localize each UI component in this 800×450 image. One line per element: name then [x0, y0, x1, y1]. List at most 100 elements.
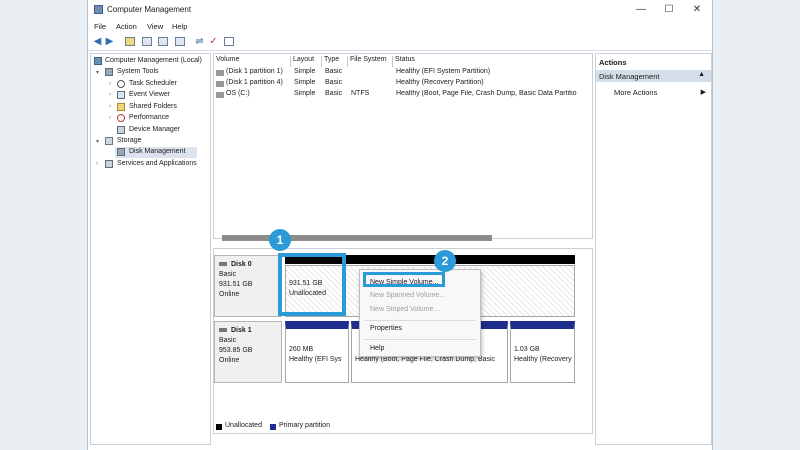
- cell-layout: Simple: [294, 68, 316, 75]
- disk0-name: Disk 0: [231, 261, 252, 268]
- actions-pane: Actions Disk Management ▲ More Actions ▶: [595, 53, 712, 445]
- forward-icon[interactable]: ▶: [104, 36, 115, 47]
- storage-icon: [105, 137, 113, 145]
- tree-shared-folders[interactable]: Shared Folders: [129, 103, 177, 110]
- title-bar: Computer Management — ☐ ✕: [88, 0, 712, 20]
- tree-task-scheduler[interactable]: Task Scheduler: [129, 80, 177, 87]
- disk1-name: Disk 1: [231, 327, 252, 334]
- menu-action[interactable]: Action: [116, 22, 137, 31]
- tree-system-tools[interactable]: System Tools: [117, 68, 159, 75]
- unallocated-highlight-box: [278, 253, 346, 316]
- view-icon[interactable]: [224, 37, 234, 46]
- device-manager-icon: [117, 126, 125, 134]
- cell-status: Healthy (Boot, Page File, Crash Dump, Ba…: [396, 90, 577, 97]
- minimize-button[interactable]: —: [628, 2, 654, 18]
- col-layout[interactable]: Layout: [291, 56, 322, 67]
- collapse-arrow-icon[interactable]: ›: [109, 115, 111, 121]
- volume-icon: [216, 81, 224, 87]
- actions-section-disk-management[interactable]: Disk Management ▲: [596, 70, 711, 82]
- tree-disk-management[interactable]: Disk Management: [129, 148, 185, 155]
- back-icon[interactable]: ◀: [92, 36, 103, 47]
- volume-icon: [216, 70, 224, 76]
- disk1-p3-size: 1.03 GB: [514, 346, 540, 353]
- tree-performance[interactable]: Performance: [129, 114, 169, 121]
- help-icon[interactable]: [175, 37, 185, 46]
- disk-icon: [219, 262, 227, 266]
- menu-view[interactable]: View: [147, 22, 163, 31]
- collapse-arrow-icon[interactable]: ›: [109, 92, 111, 98]
- performance-icon: [117, 114, 125, 122]
- expand-arrow-icon[interactable]: ▾: [96, 138, 99, 145]
- disk1-efi-partition[interactable]: 260 MB Healthy (EFI Sys: [285, 321, 349, 383]
- legend-unallocated: Unallocated: [225, 422, 262, 429]
- disk1-type: Basic: [219, 337, 237, 344]
- computer-management-window: Computer Management — ☐ ✕ File Action Vi…: [87, 0, 713, 450]
- submenu-arrow-icon: ▶: [700, 89, 706, 96]
- disk1-label[interactable]: Disk 1 Basic 953.85 GB Online: [214, 321, 282, 383]
- cell-volume: (Disk 1 partition 4): [226, 79, 283, 86]
- properties-icon[interactable]: [158, 37, 168, 46]
- tree-storage[interactable]: Storage: [117, 137, 142, 144]
- disk1-recovery-partition[interactable]: 1.03 GB Healthy (Recovery Pa: [510, 321, 575, 383]
- menu-help[interactable]: Help: [172, 22, 187, 31]
- col-volume[interactable]: Volume: [214, 56, 291, 67]
- disk0-label[interactable]: Disk 0 Basic 931.51 GB Online: [214, 255, 282, 317]
- cell-status: Healthy (Recovery Partition): [396, 79, 484, 86]
- more-actions-item[interactable]: More Actions ▶: [614, 88, 710, 98]
- computer-icon: [94, 57, 102, 65]
- col-status[interactable]: Status: [393, 56, 592, 67]
- menu-new-striped-volume[interactable]: New Striped Volume...: [370, 306, 439, 313]
- collapse-arrow-icon[interactable]: ›: [109, 81, 111, 87]
- tools-icon: [105, 68, 113, 76]
- cell-volume: (Disk 1 partition 1): [226, 68, 283, 75]
- collapse-arrow-icon[interactable]: ›: [109, 104, 111, 110]
- disk0-state: Online: [219, 291, 240, 298]
- check-icon[interactable]: ✓: [208, 36, 219, 47]
- volume-icon: [216, 92, 224, 98]
- maximize-button[interactable]: ☐: [656, 2, 682, 18]
- cell-status: Healthy (EFI System Partition): [396, 68, 491, 75]
- expand-arrow-icon[interactable]: ▾: [96, 69, 99, 76]
- disk1-state: Online: [219, 357, 240, 364]
- close-button[interactable]: ✕: [684, 2, 710, 18]
- volume-list: Volume Layout Type File System Status (D…: [213, 53, 593, 241]
- up-folder-icon[interactable]: [125, 37, 135, 46]
- more-actions-label: More Actions: [614, 88, 658, 97]
- primary-swatch: [270, 424, 276, 430]
- tree-services-and-applications[interactable]: Services and Applications: [117, 160, 197, 167]
- disk-management-icon: [117, 148, 125, 156]
- col-type[interactable]: Type: [322, 56, 348, 67]
- menu-help-item[interactable]: Help: [370, 345, 384, 352]
- collapse-up-icon[interactable]: ▲: [698, 71, 705, 78]
- tree-device-manager[interactable]: Device Manager: [129, 126, 180, 133]
- disk1-p1-status: Healthy (EFI Sys: [289, 356, 342, 363]
- window-title: Computer Management: [107, 5, 192, 14]
- table-row[interactable]: OS (C:) Simple Basic NTFS Healthy (Boot,…: [214, 90, 592, 100]
- cell-fs: NTFS: [351, 90, 370, 97]
- disk1-p1-size: 260 MB: [289, 346, 314, 353]
- services-icon: [105, 160, 113, 168]
- actions-section-label: Disk Management: [599, 72, 660, 81]
- table-row[interactable]: (Disk 1 partition 1) Simple Basic Health…: [214, 68, 592, 78]
- step-badge-1: 1: [269, 229, 291, 251]
- cell-type: Basic: [325, 90, 343, 97]
- cell-volume: OS (C:): [226, 90, 250, 97]
- horizontal-scrollbar[interactable]: [222, 235, 492, 241]
- legend: Unallocated Primary partition: [213, 420, 593, 434]
- menu-file[interactable]: File: [94, 22, 106, 31]
- tree-root[interactable]: Computer Management (Local): [105, 57, 202, 64]
- disk0-size: 931.51 GB: [219, 281, 253, 288]
- collapse-arrow-icon[interactable]: ›: [96, 161, 98, 167]
- table-row[interactable]: (Disk 1 partition 4) Simple Basic Health…: [214, 79, 592, 89]
- menu-properties[interactable]: Properties: [370, 325, 402, 332]
- tree-event-viewer[interactable]: Event Viewer: [129, 91, 170, 98]
- legend-primary: Primary partition: [279, 422, 330, 429]
- show-hide-tree-icon[interactable]: [142, 37, 152, 46]
- col-file-system[interactable]: File System: [348, 56, 393, 67]
- new-simple-volume-highlight-box: [363, 272, 445, 287]
- disk0-type: Basic: [219, 271, 237, 278]
- cell-layout: Simple: [294, 79, 316, 86]
- menu-separator: [364, 339, 476, 340]
- connect-icon[interactable]: ⇌: [194, 36, 205, 47]
- menu-new-spanned-volume[interactable]: New Spanned Volume...: [370, 292, 445, 299]
